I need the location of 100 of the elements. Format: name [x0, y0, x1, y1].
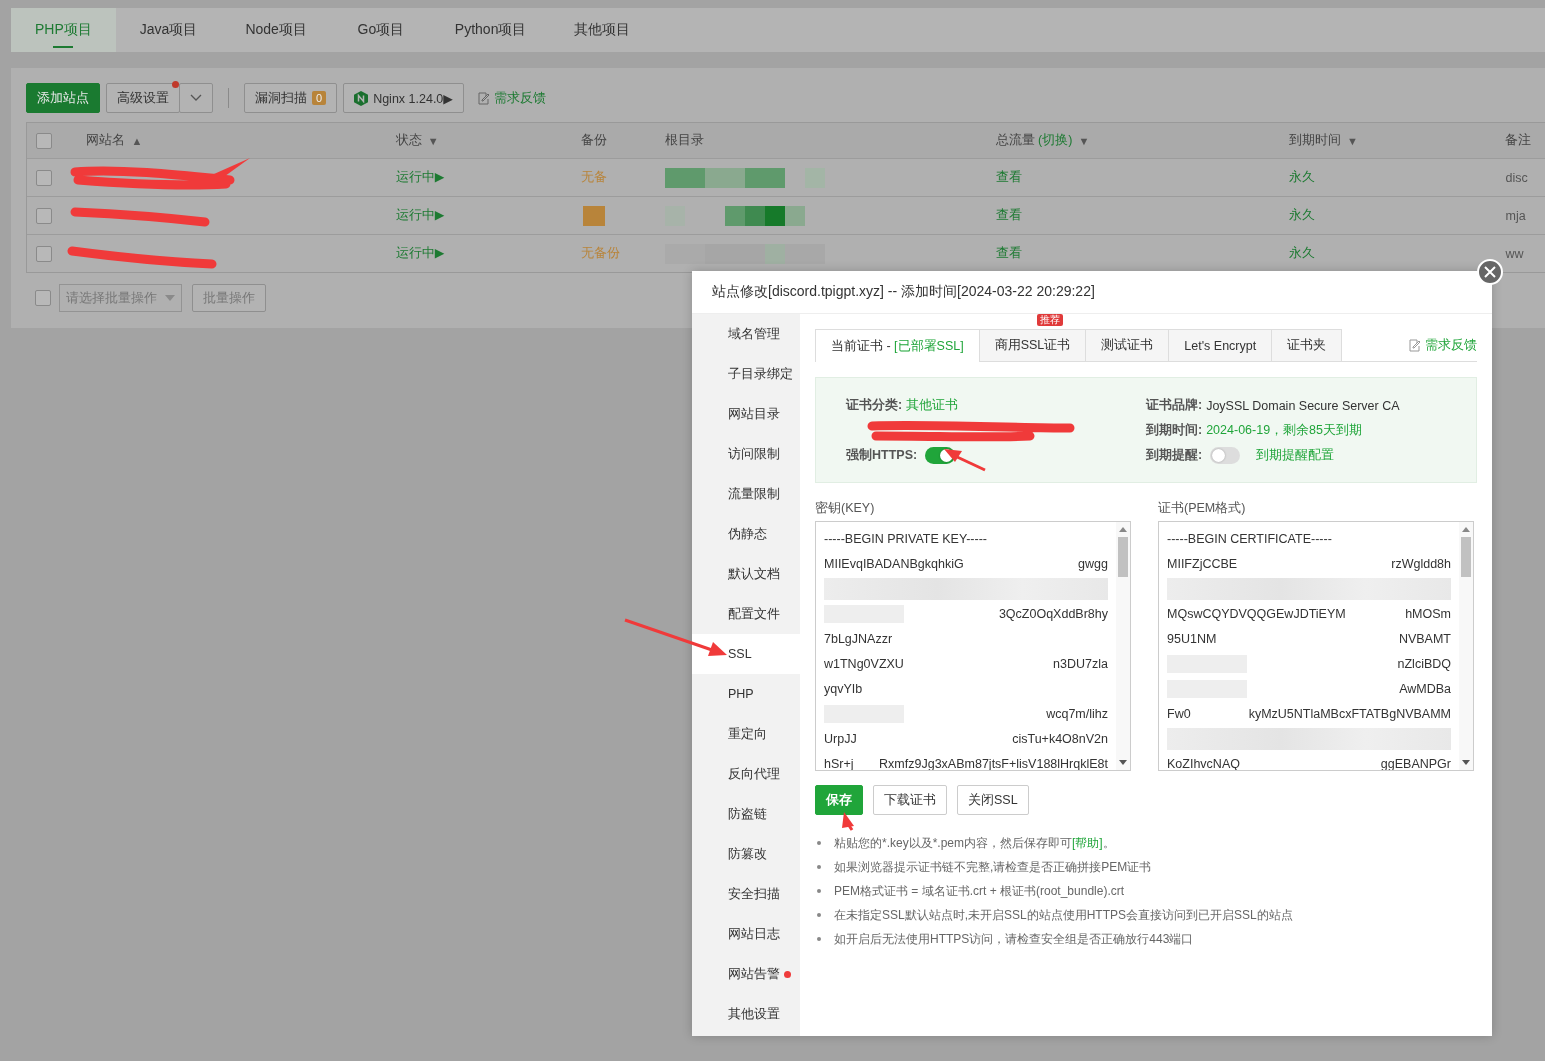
row-checkbox[interactable]: [36, 169, 52, 186]
expiry-date: 永久: [1289, 207, 1316, 224]
sidebar-item[interactable]: 子目录绑定: [692, 354, 800, 394]
help-link[interactable]: [帮助]: [1072, 835, 1103, 850]
code-line: MIIEvqIBADANBgkqhkiG: [824, 556, 964, 571]
feedback-link[interactable]: 需求反馈: [1409, 336, 1477, 354]
code-line: Rxmfz9Jg3xABm87jtsF+lisV188lHrqklE8t: [879, 756, 1108, 770]
project-tab[interactable]: Java项目: [115, 8, 222, 52]
sidebar-item[interactable]: 配置文件: [692, 594, 800, 634]
row-checkbox[interactable]: [36, 245, 52, 262]
help-note: PEM格式证书 = 域名证书.crt + 根证书(root_bundle).crt: [834, 882, 1125, 900]
code-line: MQswCQYDVQQGEwJDTiEYM: [1167, 606, 1346, 621]
dialog-button[interactable]: 下载证书: [873, 785, 947, 815]
sidebar-item[interactable]: 伪静态: [692, 514, 800, 554]
code-line: 7bLgJNAzzr: [824, 631, 893, 646]
field-label: 到期提醒:: [1146, 447, 1203, 464]
batch-checkbox[interactable]: [35, 290, 51, 306]
sidebar-item[interactable]: 网站目录: [692, 394, 800, 434]
scrollbar[interactable]: [1459, 522, 1473, 770]
scrollbar[interactable]: [1116, 522, 1130, 770]
project-tab[interactable]: Node项目: [221, 8, 331, 52]
sidebar-item[interactable]: 防篡改: [692, 834, 800, 874]
column-header[interactable]: 总流量 (切换): [995, 132, 1073, 149]
expiry-date: 2024-06-19，剩余85天到期: [1206, 422, 1363, 439]
certificate-text-area[interactable]: -----BEGIN PRIVATE KEY----- MIIEvqIBADANBgkqhkiG gwgg 3QcZ0OqXddBr8hy 7bLgJNAzzr w1TNg0VZXU n3DU7zla yqvYIb wcq7m/lihz UrpJJ cisTu+k4O8nV2n hSr+j Rxmfz9Jg3xABm87jtsF+lisV188lHrqklE8t: [815, 521, 1131, 771]
expiry-date: 永久: [1289, 169, 1316, 186]
select-all-checkbox[interactable]: [36, 132, 52, 149]
code-line: nZlciBDQ: [1397, 656, 1451, 671]
sidebar-item[interactable]: 网站日志: [692, 914, 800, 954]
column-header[interactable]: 状态: [395, 132, 422, 149]
certificate-text-area[interactable]: -----BEGIN CERTIFICATE----- MIIFZjCCBE rzWgldd8h MQswCQYDVQQGEwJDTiEYM hMOSm 95U1NM NVBAMT nZlciBDQ AwMDBa Fw0 kyMzU5NTlaMBcxFTATBgNVBAMM KoZIhvcNAQ ggEBANPGr: [1158, 521, 1474, 771]
redaction-block: [582, 205, 605, 226]
code-line: 95U1NM: [1167, 631, 1217, 646]
sidebar-item[interactable]: 重定向: [692, 714, 800, 754]
sidebar-item[interactable]: 其他设置: [692, 994, 800, 1034]
row-checkbox[interactable]: [36, 207, 52, 224]
sort-icon[interactable]: ▲: [131, 134, 143, 147]
code-line: wcq7m/lihz: [1046, 706, 1108, 721]
column-header[interactable]: 备份: [580, 132, 607, 149]
project-tab[interactable]: Go项目: [330, 8, 431, 52]
column-header[interactable]: 到期时间: [1289, 132, 1342, 149]
code-line: rzWgldd8h: [1391, 556, 1451, 571]
sidebar-item[interactable]: 域名管理: [692, 314, 800, 354]
sidebar-item[interactable]: 默认文档: [692, 554, 800, 594]
field-label: 强制HTTPS:: [846, 447, 918, 464]
recommend-ribbon: 推荐: [1037, 314, 1063, 326]
code-line: KoZIhvcNAQ: [1167, 756, 1240, 770]
code-line: NVBAMT: [1398, 631, 1451, 646]
project-tab[interactable]: 其他项目: [550, 8, 655, 52]
ssl-tab[interactable]: 当前证书 - [已部署SSL]: [815, 329, 980, 362]
expiry-reminder-toggle[interactable]: [1210, 447, 1241, 464]
help-note: 如果浏览器提示证书链不完整,请检查是否正确拼接PEM证书: [834, 858, 1152, 876]
dialog-title: 站点修改[discord.tpigpt.xyz] -- 添加时间[2024-03-22 20:29:22]: [712, 283, 1095, 301]
dialog-button[interactable]: 关闭SSL: [957, 785, 1029, 815]
nginx-button[interactable]: Nginx 1.24.0▶: [343, 83, 464, 113]
field-label: 证书分类:: [846, 397, 903, 414]
project-tab[interactable]: Python项目: [430, 8, 551, 52]
certificate-type: 其他证书: [906, 397, 959, 414]
sidebar-item[interactable]: 防盗链: [692, 794, 800, 834]
edit-note-icon: [1409, 338, 1421, 352]
field-label: 证书(PEM格式): [1158, 500, 1247, 517]
column-header[interactable]: 根目录: [664, 132, 704, 149]
code-line: yqvYIb: [824, 681, 863, 696]
sidebar-item[interactable]: 访问限制: [692, 434, 800, 474]
ssl-tab[interactable]: Let's Encrypt: [1168, 329, 1273, 361]
sidebar-item[interactable]: 安全扫描: [692, 874, 800, 914]
code-line: UrpJJ: [824, 731, 857, 746]
add-site-button[interactable]: 添加站点: [26, 83, 100, 113]
sidebar-item[interactable]: 流量限制: [692, 474, 800, 514]
code-line: gwgg: [1078, 556, 1108, 571]
vulnerability-scan-button[interactable]: 漏洞扫描 0: [244, 83, 338, 113]
ssl-tab[interactable]: 测试证书: [1085, 329, 1170, 361]
note-text: ww: [1505, 246, 1524, 261]
column-header[interactable]: 备注: [1505, 132, 1532, 149]
hexagon-n-icon: [354, 90, 369, 106]
certificate-brand: JoySSL Domain Secure Server CA: [1206, 398, 1400, 413]
note-text: mja: [1505, 208, 1526, 223]
sidebar-item[interactable]: PHP: [692, 674, 800, 714]
ssl-tab[interactable]: 商用SSL证书: [978, 329, 1087, 361]
sort-icon[interactable]: ▼: [1078, 134, 1090, 147]
sidebar-item[interactable]: SSL: [692, 634, 800, 674]
code-line: MIIFZjCCBE: [1167, 556, 1238, 571]
help-note: 粘贴您的*.key以及*.pem内容，然后保存即可[帮助]。: [834, 834, 1115, 852]
sidebar-item[interactable]: 网站告警: [692, 954, 800, 994]
annotation-arrow: [944, 449, 986, 472]
dialog-button[interactable]: 保存: [815, 785, 863, 815]
ssl-tab[interactable]: 证书夹: [1271, 329, 1343, 361]
field-label: 证书品牌:: [1146, 397, 1203, 414]
sort-icon[interactable]: ▼: [427, 134, 439, 147]
help-note: 在未指定SSL默认站点时,未开启SSL的站点使用HTTPS会直接访问到已开启SSL的站点: [834, 906, 1293, 924]
code-line: hSr+j: [824, 756, 854, 770]
dropdown-button[interactable]: [179, 83, 213, 113]
close-icon: [1484, 266, 1496, 278]
chevron-down-icon: [190, 94, 202, 102]
sidebar-item[interactable]: 反向代理: [692, 754, 800, 794]
advanced-settings-button[interactable]: 高级设置: [106, 83, 180, 113]
sort-icon[interactable]: ▼: [1347, 134, 1358, 147]
code-line: hMOSm: [1405, 606, 1451, 621]
column-header[interactable]: 网站名: [86, 132, 126, 149]
code-line: ggEBANPGr: [1380, 756, 1451, 770]
